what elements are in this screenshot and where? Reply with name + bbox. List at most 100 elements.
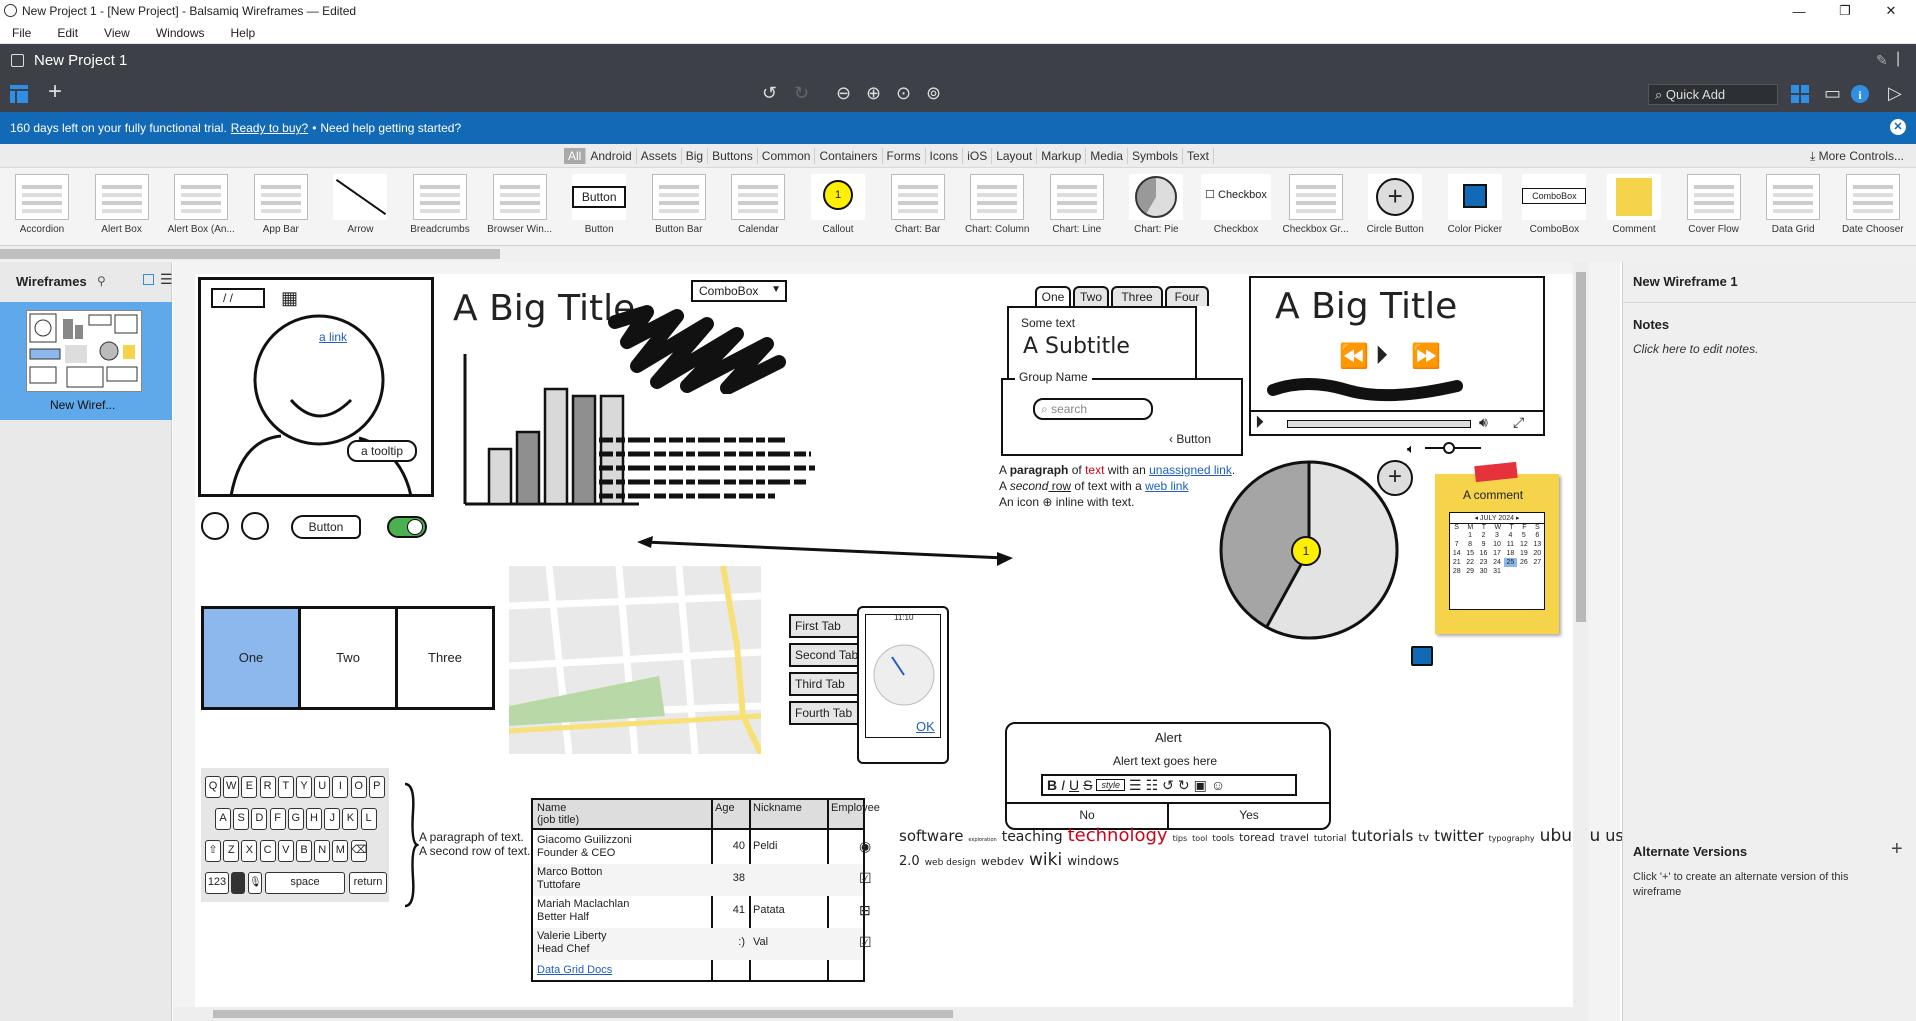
tag-cloud-word[interactable]: ubuntu <box>1540 826 1601 846</box>
tag-cloud-word[interactable]: travel <box>1280 833 1309 844</box>
tab-three[interactable]: Three <box>1111 286 1163 306</box>
grid-employee-checkbox[interactable]: ◉ <box>859 838 871 855</box>
segment-three[interactable]: Three <box>398 609 492 707</box>
tag-cloud-word[interactable]: software <box>899 827 963 845</box>
tag-cloud-word[interactable]: teaching <box>1002 829 1063 845</box>
calendar-day[interactable]: 1 <box>1463 531 1476 540</box>
zoom-out-icon[interactable]: ⊖ <box>836 83 851 104</box>
library-item[interactable]: Accordion <box>4 170 80 242</box>
comment-icon[interactable]: ▭ <box>1824 83 1841 104</box>
library-item[interactable]: Alert Box <box>84 170 160 242</box>
mic-key[interactable]: 🎙︎ <box>248 872 262 894</box>
grid-view-icon[interactable] <box>1790 84 1810 104</box>
alert-yes-button[interactable]: Yes <box>1169 804 1329 828</box>
data-grid-docs-link[interactable]: Data Grid Docs <box>537 964 612 976</box>
search-field[interactable]: ⌕ search <box>1033 398 1153 420</box>
emoji-icon[interactable]: ☺ <box>1211 777 1225 793</box>
keyboard-key[interactable]: V <box>277 840 294 862</box>
library-item[interactable]: Color Picker <box>1437 170 1513 242</box>
keyboard-key[interactable]: X <box>241 840 258 862</box>
calendar-day[interactable]: 13 <box>1531 540 1544 549</box>
add-wireframe-icon[interactable]: + <box>48 78 62 106</box>
zoom-fit-icon[interactable]: ⊚ <box>926 83 941 104</box>
add-alternate-icon[interactable]: + <box>1891 838 1903 861</box>
library-item[interactable]: Chart: Line <box>1039 170 1115 242</box>
close-button[interactable]: ✕ <box>1868 0 1914 22</box>
table-row[interactable]: Valerie Liberty Head Chef:) Val ☑ <box>533 928 872 960</box>
quick-add-input[interactable]: ⌕ Quick Add <box>1648 84 1778 105</box>
category-tab-markup[interactable]: Markup <box>1037 148 1087 164</box>
calendar-day[interactable]: 16 <box>1477 549 1490 558</box>
calendar-day[interactable]: 7 <box>1450 540 1463 549</box>
rewind-icon[interactable]: ⏪ <box>1339 342 1369 371</box>
list-view-icon[interactable]: ☰ <box>160 271 173 288</box>
calendar-day[interactable]: 11 <box>1504 540 1517 549</box>
grid-employee-checkbox[interactable]: ☑ <box>859 934 872 951</box>
calendar-day[interactable]: 21 <box>1450 558 1463 567</box>
grid-header-cell[interactable]: Age <box>715 802 747 814</box>
video-progress[interactable] <box>1287 420 1471 428</box>
library-item[interactable]: Button Button <box>561 170 637 242</box>
library-item[interactable]: Cover Flow <box>1676 170 1752 242</box>
keyboard-key[interactable]: C <box>259 840 276 862</box>
tag-cloud-word[interactable]: web design <box>925 858 976 868</box>
calendar-day[interactable]: 2 <box>1477 531 1490 540</box>
toggle-switch[interactable] <box>387 516 427 538</box>
calendar-day[interactable]: 27 <box>1531 558 1544 567</box>
calendar-day[interactable]: 30 <box>1477 567 1490 576</box>
keyboard-key[interactable]: D <box>251 808 268 830</box>
category-tab-media[interactable]: Media <box>1086 148 1128 164</box>
keyboard-key[interactable]: ⌫ <box>350 840 367 862</box>
keyboard-key[interactable]: O <box>350 776 367 798</box>
tag-cloud-word[interactable]: tutorials <box>1351 827 1413 845</box>
keyboard-key[interactable]: M <box>332 840 349 862</box>
tab-four[interactable]: Four <box>1165 286 1209 306</box>
thumbnail-view-icon[interactable] <box>143 274 154 285</box>
vertical-tab[interactable]: Third Tab <box>789 672 861 696</box>
library-item[interactable]: 1 Callout <box>800 170 876 242</box>
category-tab-all[interactable]: All <box>564 148 587 164</box>
wireframes-panel-icon[interactable] <box>10 85 28 103</box>
calendar-day[interactable]: 31 <box>1490 567 1503 576</box>
vertical-tab[interactable]: Fourth Tab <box>789 701 861 725</box>
radio-button-2[interactable] <box>241 512 269 540</box>
keyboard-key[interactable]: N <box>314 840 331 862</box>
image-frame[interactable]: / / ▦ a link a tooltip <box>198 277 434 497</box>
category-tab-forms[interactable]: Forms <box>883 148 926 164</box>
redo-edit-icon[interactable]: ↻ <box>1178 777 1190 794</box>
keyboard-key[interactable]: W <box>223 776 240 798</box>
tag-cloud-word[interactable]: typography <box>1489 834 1535 843</box>
data-grid[interactable]: Name (job title) Age Nickname Employee Giaco… <box>531 798 880 982</box>
keyboard-key[interactable]: U <box>314 776 331 798</box>
vertical-tab[interactable]: Second Tab <box>789 643 861 667</box>
tag-cloud-word[interactable]: tv <box>1418 831 1429 844</box>
volume-icon[interactable]: 🔊︎ <box>1479 414 1488 431</box>
menu-edit[interactable]: Edit <box>57 26 78 40</box>
more-controls-button[interactable]: ⤓ More Controls... <box>1810 149 1904 164</box>
zoom-actual-icon[interactable]: ⊙ <box>896 83 911 104</box>
library-item[interactable]: Browser Win... <box>482 170 558 242</box>
tag-cloud-word[interactable]: exploration <box>968 837 996 843</box>
minimize-button[interactable]: — <box>1776 0 1822 22</box>
combobox[interactable]: ComboBox ▼ <box>691 280 787 302</box>
help-text[interactable]: Need help getting started? <box>320 121 461 135</box>
numbered-list-icon[interactable]: ☷ <box>1146 777 1159 794</box>
calendar-day[interactable]: 20 <box>1531 549 1544 558</box>
keyboard-key[interactable]: I <box>332 776 349 798</box>
project-name[interactable]: New Project 1 <box>34 52 127 69</box>
calendar-day[interactable] <box>1504 567 1517 576</box>
fast-forward-icon[interactable]: ⏩ <box>1411 342 1441 371</box>
play-icon[interactable]: ⏵ <box>1375 340 1388 372</box>
calendar-day[interactable] <box>1517 567 1530 576</box>
keyboard-key-123[interactable]: 123 <box>205 872 229 894</box>
back-button[interactable]: Button <box>291 515 361 539</box>
keyboard-key[interactable]: Z <box>223 840 240 862</box>
table-row[interactable]: Marco Botton Tuttofare 38 ☑ <box>533 864 872 896</box>
zoom-in-icon[interactable]: ⊕ <box>866 83 881 104</box>
undo-edit-icon[interactable]: ↺ <box>1162 777 1174 794</box>
category-tab-containers[interactable]: Containers <box>815 148 883 164</box>
category-tab-assets[interactable]: Assets <box>637 148 682 164</box>
menu-view[interactable]: View <box>104 26 130 40</box>
calendar-day[interactable]: 5 <box>1517 531 1530 540</box>
mini-calendar[interactable]: ◂ JULY 2024 ▸ SMTWTFS 1 2 3 4 5 6 7 8 9 10 11 12 13 1… <box>1449 512 1545 610</box>
